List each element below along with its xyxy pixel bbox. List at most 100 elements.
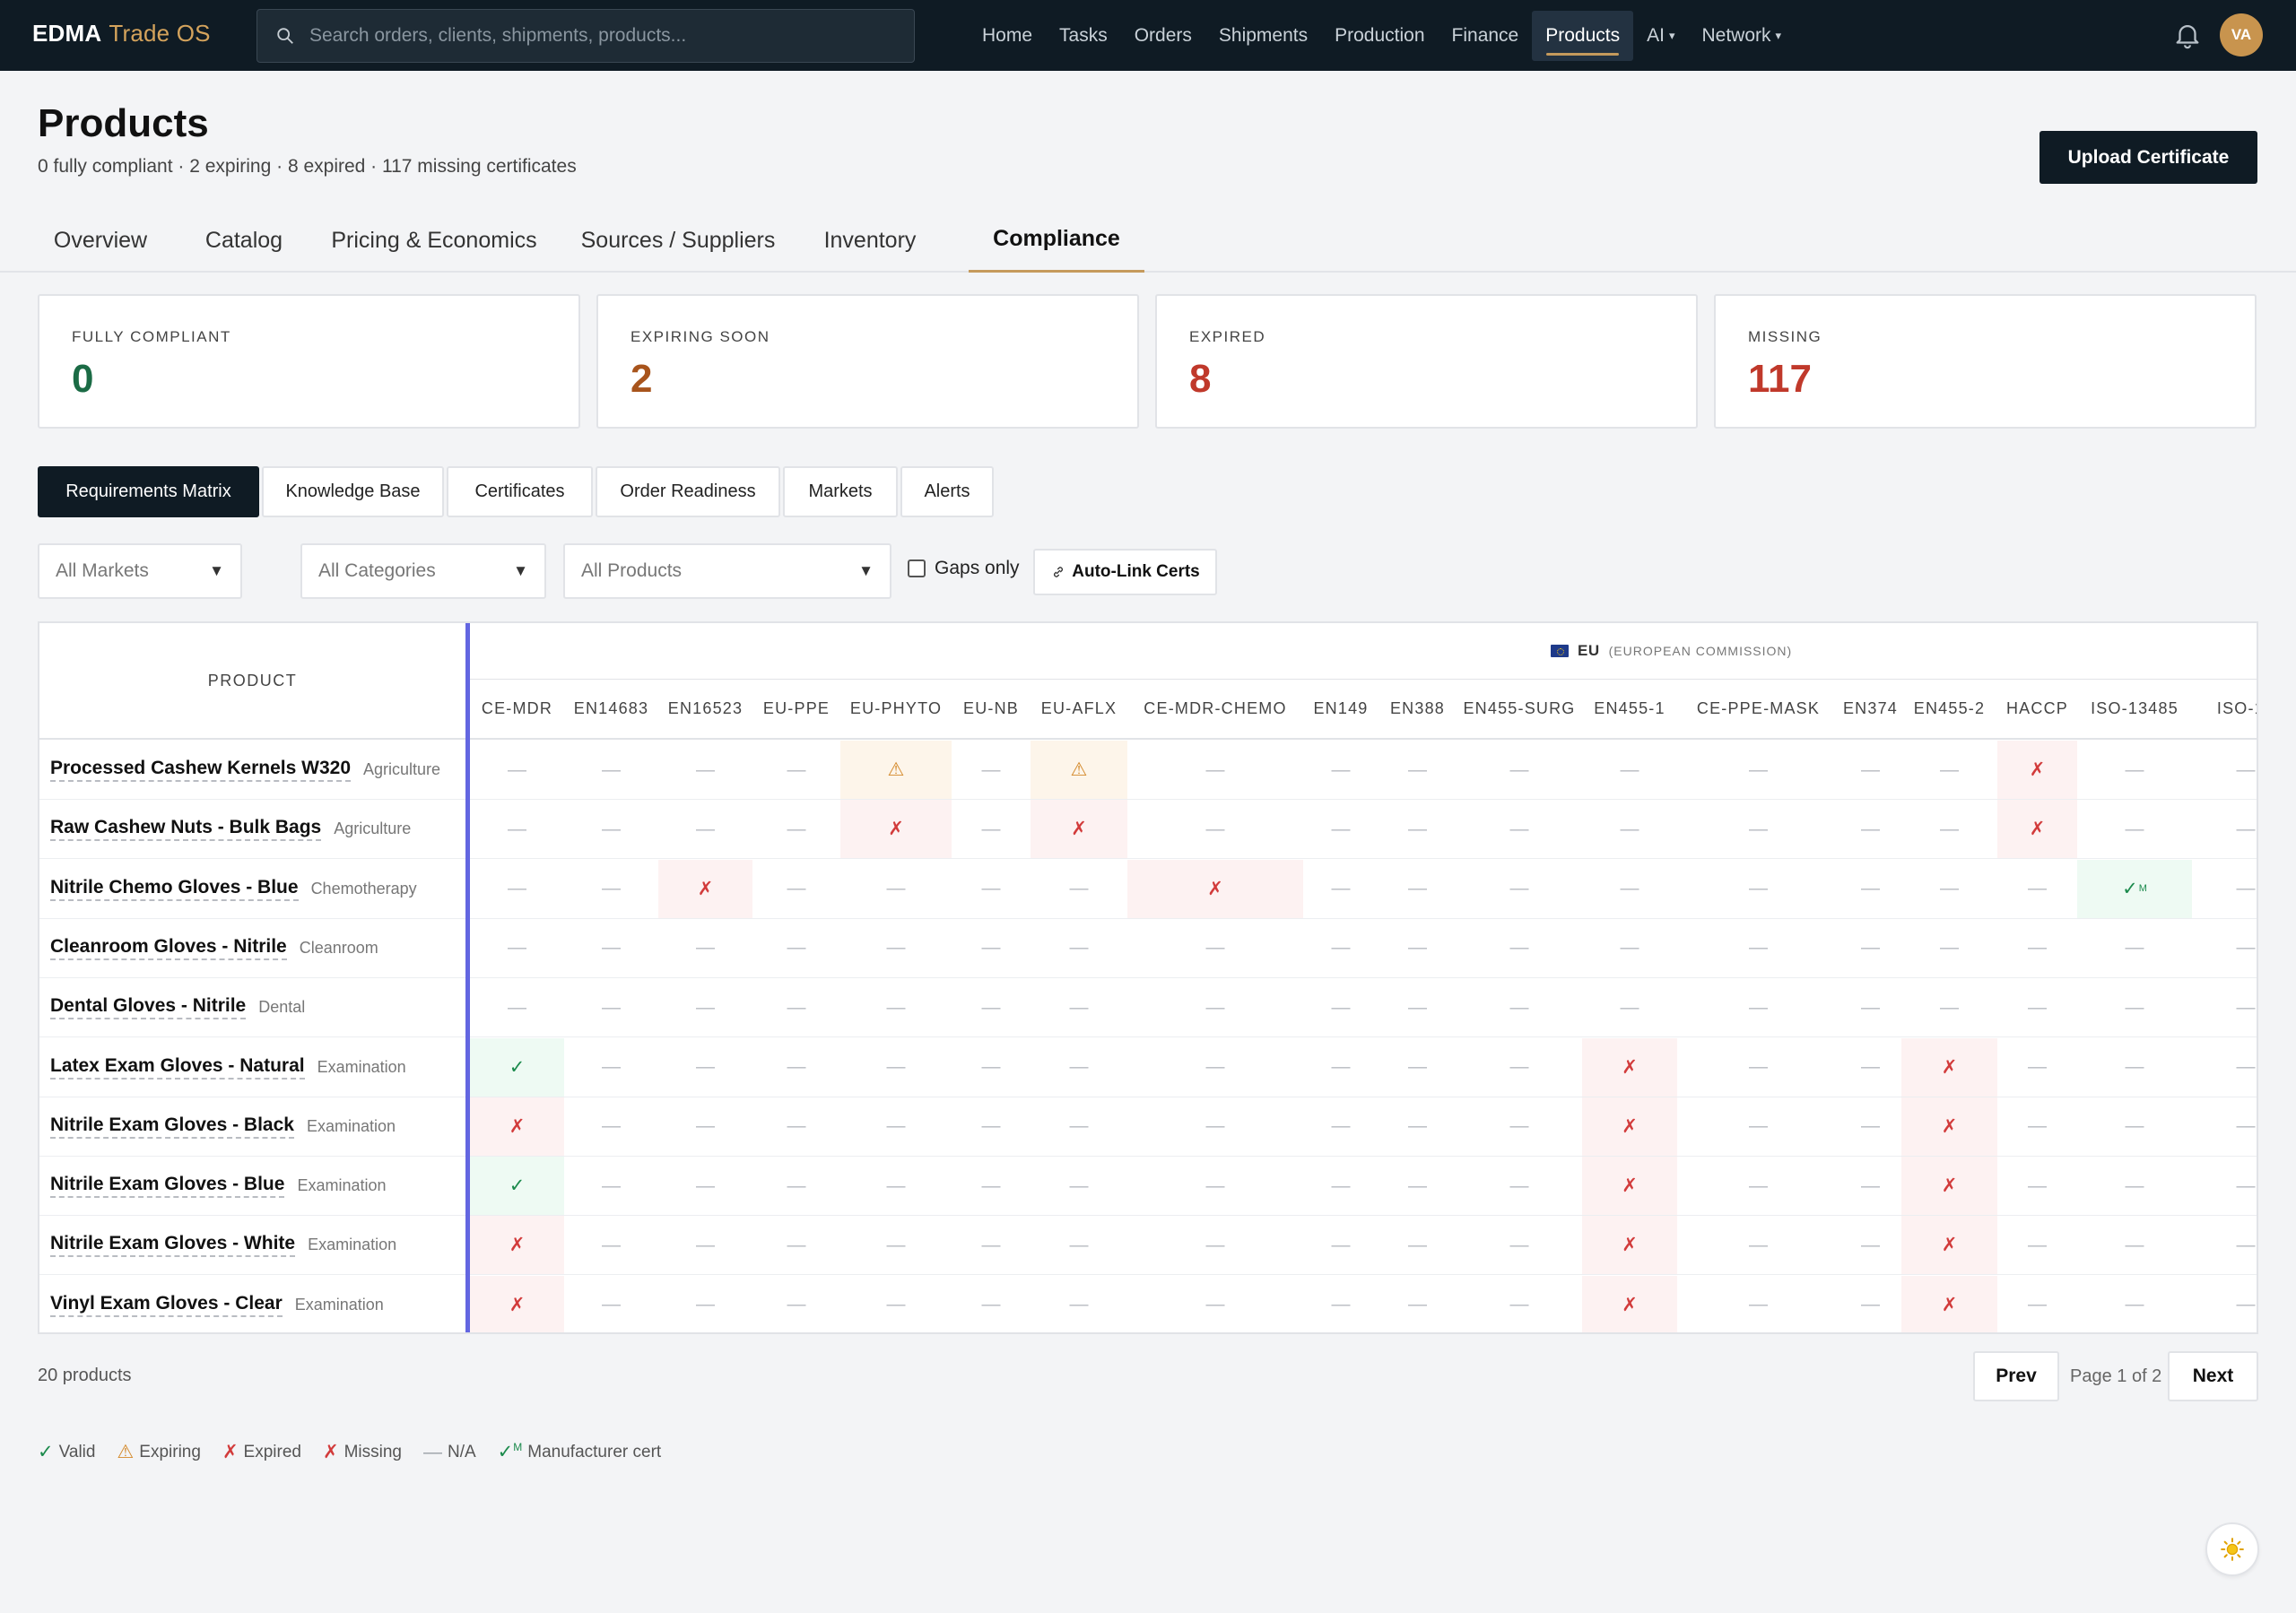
column-header-haccp[interactable]: HACCP	[1997, 680, 2077, 740]
matrix-cell-missing[interactable]: ✗	[1901, 1275, 1997, 1332]
matrix-cell-missing[interactable]: ✗	[658, 859, 752, 919]
markets-select[interactable]: All Markets ▼	[38, 543, 242, 599]
product-row[interactable]: Vinyl Exam Gloves - Clear Examination	[39, 1276, 465, 1332]
matrix-cell-valid[interactable]: ✓	[470, 1037, 564, 1097]
column-header-en388[interactable]: EN388	[1378, 680, 1457, 740]
matrix-cell-missing[interactable]: ✗	[1582, 1097, 1677, 1157]
matrix-cell-missing[interactable]: ✗	[1582, 1275, 1677, 1332]
matrix-cell-na: —	[1677, 1038, 1839, 1097]
nav-link-network[interactable]: Network ▾	[1689, 11, 1796, 61]
nav-link-orders[interactable]: Orders	[1121, 11, 1205, 61]
brand-logo[interactable]: EDMA Trade OS	[32, 20, 211, 48]
subtab-alerts[interactable]: Alerts	[900, 466, 994, 517]
column-header-en374[interactable]: EN374	[1839, 680, 1901, 740]
column-header-en149[interactable]: EN149	[1303, 680, 1378, 740]
matrix-cell-missing[interactable]: ✗	[1901, 1037, 1997, 1097]
product-name[interactable]: Dental Gloves - Nitrile	[50, 995, 247, 1020]
matrix-cell-missing[interactable]: ✗	[470, 1216, 564, 1276]
matrix-cell-missing[interactable]: ✗	[1901, 1157, 1997, 1217]
search-input[interactable]	[309, 25, 883, 47]
subtab-order-readiness[interactable]: Order Readiness	[596, 466, 780, 517]
product-name[interactable]: Vinyl Exam Gloves - Clear	[50, 1293, 283, 1317]
column-header-eu-nb[interactable]: EU-NB	[952, 680, 1031, 740]
product-name[interactable]: Processed Cashew Kernels W320	[50, 758, 351, 782]
product-name[interactable]: Nitrile Exam Gloves - Black	[50, 1114, 294, 1139]
column-header-iso-13[interactable]: ISO-13	[2192, 680, 2257, 740]
nav-link-ai[interactable]: AI ▾	[1633, 11, 1688, 61]
column-header-eu-ppe[interactable]: EU-PPE	[752, 680, 840, 740]
nav-link-shipments[interactable]: Shipments	[1205, 11, 1321, 61]
nav-link-products[interactable]: Products	[1532, 10, 1634, 61]
matrix-cell-missing[interactable]: ✗	[1901, 1097, 1997, 1157]
product-row[interactable]: Nitrile Exam Gloves - Black Examination	[39, 1097, 465, 1157]
global-search[interactable]	[257, 9, 915, 63]
column-header-eu-aflx[interactable]: EU-AFLX	[1031, 680, 1127, 740]
product-name[interactable]: Nitrile Exam Gloves - Blue	[50, 1174, 285, 1199]
matrix-cell-missing[interactable]: ✗	[1997, 741, 2077, 800]
product-name[interactable]: Nitrile Exam Gloves - White	[50, 1233, 296, 1258]
upload-certificate-button[interactable]: Upload Certificate	[2039, 131, 2257, 184]
products-select[interactable]: All Products ▼	[563, 543, 891, 599]
matrix-cell-missing[interactable]: ✗	[1582, 1157, 1677, 1217]
matrix-cell-missing[interactable]: ✗	[470, 1275, 564, 1332]
column-header-iso-13485[interactable]: ISO-13485	[2077, 680, 2192, 740]
product-row[interactable]: Cleanroom Gloves - Nitrile Cleanroom	[39, 919, 465, 978]
matrix-cell-missing[interactable]: ✗	[470, 1097, 564, 1157]
matrix-cell-missing[interactable]: ✗	[1582, 1216, 1677, 1276]
subtab-knowledge-base[interactable]: Knowledge Base	[262, 466, 444, 517]
matrix-cell-missing[interactable]: ✗	[1127, 859, 1303, 919]
matrix-cell-missing[interactable]: ✗	[1901, 1216, 1997, 1276]
auto-link-certs-button[interactable]: Auto-Link Certs	[1033, 549, 1217, 595]
product-row[interactable]: Nitrile Exam Gloves - Blue Examination	[39, 1157, 465, 1217]
column-header-eu-phyto[interactable]: EU-PHYTO	[840, 680, 952, 740]
tab-inventory[interactable]: Inventory	[807, 208, 933, 273]
categories-select[interactable]: All Categories ▼	[300, 543, 546, 599]
gaps-only-checkbox[interactable]	[908, 559, 926, 577]
product-name[interactable]: Cleanroom Gloves - Nitrile	[50, 936, 287, 960]
matrix-cell-missing[interactable]: ✗	[840, 800, 952, 860]
column-header-en14683[interactable]: EN14683	[564, 680, 658, 740]
gaps-only-toggle[interactable]: Gaps only	[908, 558, 1020, 579]
nav-link-home[interactable]: Home	[969, 11, 1046, 61]
matrix-cell-expiring[interactable]: ⚠	[840, 741, 952, 800]
nav-link-finance[interactable]: Finance	[1439, 11, 1533, 61]
user-avatar[interactable]: VA	[2220, 13, 2263, 56]
notifications-bell-icon[interactable]	[2172, 19, 2203, 51]
column-header-ce-ppe-mask[interactable]: CE-PPE-MASK	[1677, 680, 1839, 740]
tab-pricing-economics[interactable]: Pricing & Economics	[321, 208, 547, 273]
matrix-cell-missing[interactable]: ✗	[1997, 800, 2077, 860]
subtab-requirements-matrix[interactable]: Requirements Matrix	[38, 466, 259, 517]
tab-catalog[interactable]: Catalog	[187, 208, 301, 273]
nav-link-production[interactable]: Production	[1321, 11, 1438, 61]
matrix-cell-valid[interactable]: ✓	[470, 1157, 564, 1217]
product-row[interactable]: Nitrile Chemo Gloves - Blue Chemotherapy	[39, 860, 465, 919]
column-header-en455-1[interactable]: EN455-1	[1582, 680, 1677, 740]
column-header-en16523[interactable]: EN16523	[658, 680, 752, 740]
product-name[interactable]: Raw Cashew Nuts - Bulk Bags	[50, 817, 322, 842]
product-row[interactable]: Raw Cashew Nuts - Bulk Bags Agriculture	[39, 800, 465, 860]
nav-link-tasks[interactable]: Tasks	[1046, 11, 1121, 61]
product-row[interactable]: Latex Exam Gloves - Natural Examination	[39, 1038, 465, 1097]
matrix-cell-missing[interactable]: ✗	[1031, 800, 1127, 860]
column-header-en455-2[interactable]: EN455-2	[1901, 680, 1997, 740]
product-row[interactable]: Processed Cashew Kernels W320 Agriculture	[39, 741, 465, 800]
matrix-cell-na: —	[1457, 1038, 1582, 1097]
theme-toggle-button[interactable]	[2205, 1522, 2259, 1576]
column-header-ce-mdr[interactable]: CE-MDR	[470, 680, 564, 740]
subtab-markets[interactable]: Markets	[783, 466, 898, 517]
matrix-cell-mfr[interactable]: ✓ M	[2077, 859, 2192, 919]
subtab-certificates[interactable]: Certificates	[447, 466, 593, 517]
product-name[interactable]: Nitrile Chemo Gloves - Blue	[50, 877, 299, 901]
column-header-en455-surg[interactable]: EN455-SURG	[1457, 680, 1582, 740]
tab-sources-suppliers[interactable]: Sources / Suppliers	[572, 208, 784, 273]
product-name[interactable]: Latex Exam Gloves - Natural	[50, 1055, 305, 1080]
tab-overview[interactable]: Overview	[38, 208, 163, 273]
next-page-button[interactable]: Next	[2168, 1351, 2258, 1401]
matrix-cell-expiring[interactable]: ⚠	[1031, 741, 1127, 800]
product-row[interactable]: Dental Gloves - Nitrile Dental	[39, 978, 465, 1038]
tab-compliance[interactable]: Compliance	[969, 208, 1144, 273]
matrix-cell-missing[interactable]: ✗	[1582, 1037, 1677, 1097]
prev-page-button[interactable]: Prev	[1973, 1351, 2059, 1401]
product-row[interactable]: Nitrile Exam Gloves - White Examination	[39, 1216, 465, 1276]
column-header-ce-mdr-chemo[interactable]: CE-MDR-CHEMO	[1127, 680, 1303, 740]
